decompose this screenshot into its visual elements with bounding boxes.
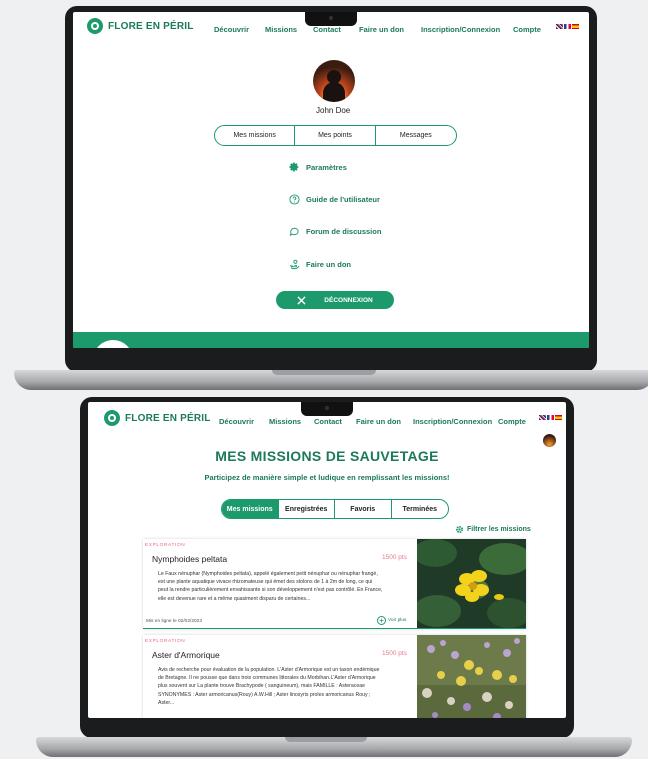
aster-photo bbox=[417, 635, 526, 718]
page-title: MES MISSIONS DE SAUVETAGE bbox=[215, 448, 439, 464]
nav-decouvrir[interactable]: Découvrir bbox=[214, 25, 249, 34]
language-flags[interactable] bbox=[556, 24, 579, 29]
avatar[interactable] bbox=[313, 60, 355, 102]
card-category: EXPLORATION bbox=[145, 639, 186, 644]
nav-compte[interactable]: Compte bbox=[513, 25, 541, 34]
nav-decouvrir-2[interactable]: Découvrir bbox=[219, 417, 254, 426]
nav-faire-un-don-2[interactable]: Faire un don bbox=[356, 417, 401, 426]
filter-missions-button[interactable]: Filtrer les missions bbox=[455, 525, 531, 534]
tab-enregistrees[interactable]: Enregistrées bbox=[279, 500, 335, 518]
brand[interactable]: FLORE EN PÉRIL bbox=[87, 18, 194, 34]
see-more-label: Voir plus bbox=[388, 618, 407, 623]
nav-inscription-2[interactable]: Inscription/Connexion bbox=[413, 417, 492, 426]
mission-tabs: Mes missions Enregistrées Favoris Termin… bbox=[221, 499, 449, 519]
tab-mes-missions-2[interactable]: Mes missions bbox=[222, 500, 279, 518]
logout-label: DÉCONNEXION bbox=[324, 296, 373, 304]
flag-fr-icon[interactable] bbox=[564, 24, 571, 29]
profile-screen: FLORE EN PÉRIL Découvrir Missions Contac… bbox=[73, 12, 589, 348]
menu-don-label: Faire un don bbox=[306, 260, 351, 269]
menu-parametres[interactable]: Paramètres bbox=[289, 162, 347, 173]
flag-fr-icon-2[interactable] bbox=[547, 415, 554, 420]
tab-mes-missions[interactable]: Mes missions bbox=[215, 126, 296, 145]
tab-favoris[interactable]: Favoris bbox=[335, 500, 392, 518]
nav-inscription[interactable]: Inscription/Connexion bbox=[421, 25, 500, 34]
filter-label: Filtrer les missions bbox=[467, 526, 531, 533]
card-date: Mis en ligne le 02/02/2023 bbox=[146, 619, 203, 624]
laptop-top-hinge bbox=[272, 370, 376, 375]
brand-logo-icon bbox=[87, 18, 103, 34]
card-category: EXPLORATION bbox=[145, 543, 186, 548]
card-points: 1500 pts bbox=[382, 554, 407, 561]
mission-card[interactable]: EXPLORATION Nymphoides peltata 1500 pts … bbox=[143, 539, 526, 629]
brand-name-2: FLORE EN PÉRIL bbox=[125, 412, 211, 424]
card-description: Avis de recherche pour évaluation de la … bbox=[158, 667, 380, 706]
logout-button[interactable]: DÉCONNEXION bbox=[276, 291, 394, 309]
donate-hand-icon bbox=[289, 259, 300, 270]
menu-don[interactable]: Faire un don bbox=[289, 259, 351, 270]
menu-forum[interactable]: Forum de discussion bbox=[289, 226, 381, 237]
card-title: Aster d'Armorique bbox=[152, 650, 220, 660]
brand-logo-icon-2 bbox=[104, 410, 120, 426]
flag-es-icon[interactable] bbox=[572, 24, 579, 29]
help-circle-icon bbox=[289, 194, 300, 205]
tab-messages[interactable]: Messages bbox=[376, 126, 456, 145]
menu-guide-label: Guide de l'utilisateur bbox=[306, 195, 380, 204]
nav-contact-2[interactable]: Contact bbox=[314, 417, 342, 426]
plus-circle-icon: + bbox=[377, 616, 386, 625]
menu-forum-label: Forum de discussion bbox=[306, 227, 382, 236]
tab-mes-points[interactable]: Mes points bbox=[295, 126, 376, 145]
footer-band bbox=[73, 332, 589, 348]
nav-contact[interactable]: Contact bbox=[313, 25, 341, 34]
gear-icon bbox=[455, 525, 464, 534]
mission-card[interactable]: EXPLORATION Aster d'Armorique 1500 pts A… bbox=[143, 635, 526, 718]
laptop-bottom-hinge bbox=[285, 737, 367, 742]
gear-icon bbox=[289, 162, 299, 172]
card-title: Nymphoides peltata bbox=[152, 554, 228, 564]
card-points: 1500 pts bbox=[382, 650, 407, 657]
card-description: Le Faux nénuphar (Nymphoides peltata), a… bbox=[158, 571, 383, 602]
menu-guide[interactable]: Guide de l'utilisateur bbox=[289, 194, 380, 205]
brand-name: FLORE EN PÉRIL bbox=[108, 20, 194, 32]
nav-missions[interactable]: Missions bbox=[265, 25, 297, 34]
brand-2[interactable]: FLORE EN PÉRIL bbox=[104, 410, 211, 426]
nav-missions-2[interactable]: Missions bbox=[269, 417, 301, 426]
flag-uk-icon-2[interactable] bbox=[539, 415, 546, 420]
page-subtitle: Participez de manière simple et ludique … bbox=[204, 473, 450, 482]
camera-notch bbox=[305, 12, 357, 26]
nav-faire-un-don[interactable]: Faire un don bbox=[359, 25, 404, 34]
see-more-button[interactable]: + Voir plus bbox=[377, 616, 406, 625]
user-name: John Doe bbox=[316, 106, 351, 115]
chat-bubble-icon bbox=[289, 227, 299, 236]
nymphoides-photo bbox=[417, 539, 526, 628]
profile-tabs: Mes missions Mes points Messages bbox=[214, 125, 457, 146]
language-flags-2[interactable] bbox=[539, 415, 562, 420]
menu-parametres-label: Paramètres bbox=[306, 163, 347, 172]
flag-uk-icon[interactable] bbox=[556, 24, 563, 29]
flag-es-icon-2[interactable] bbox=[555, 415, 562, 420]
camera-notch-2 bbox=[301, 402, 353, 416]
nav-compte-2[interactable]: Compte bbox=[498, 417, 526, 426]
close-icon bbox=[297, 295, 306, 305]
avatar-small[interactable] bbox=[543, 434, 556, 447]
tab-terminees[interactable]: Terminées bbox=[392, 500, 449, 518]
missions-screen: FLORE EN PÉRIL Découvrir Missions Contac… bbox=[88, 402, 566, 718]
